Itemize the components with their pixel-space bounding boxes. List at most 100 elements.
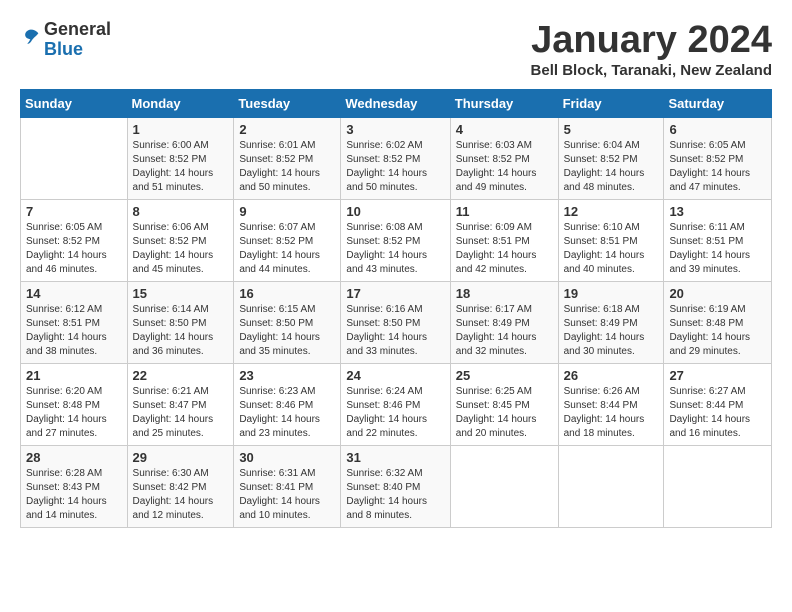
day-number: 16 — [239, 286, 335, 301]
weekday-header-wednesday: Wednesday — [341, 89, 450, 117]
day-number: 8 — [133, 204, 229, 219]
cell-info: Sunrise: 6:23 AMSunset: 8:46 PMDaylight:… — [239, 385, 335, 441]
calendar-cell: 17 Sunrise: 6:16 AMSunset: 8:50 PMDayligh… — [341, 281, 450, 363]
cell-info: Sunrise: 6:16 AMSunset: 8:50 PMDaylight:… — [346, 303, 444, 359]
day-number: 22 — [133, 368, 229, 383]
calendar-cell — [21, 117, 128, 199]
logo-general-text: General — [44, 19, 111, 39]
day-number: 4 — [456, 122, 553, 137]
calendar-cell: 6 Sunrise: 6:05 AMSunset: 8:52 PMDaylight… — [664, 117, 772, 199]
calendar-cell — [664, 445, 772, 527]
weekday-header-tuesday: Tuesday — [234, 89, 341, 117]
page-header: General Blue January 2024 Bell Block, Ta… — [20, 20, 772, 79]
location: Bell Block, Taranaki, New Zealand — [531, 62, 772, 79]
calendar-week-row: 14Sunrise: 6:12 AMSunset: 8:51 PMDayligh… — [21, 281, 772, 363]
day-number: 12 — [564, 204, 659, 219]
weekday-header-thursday: Thursday — [450, 89, 558, 117]
weekday-header-row: SundayMondayTuesdayWednesdayThursdayFrid… — [21, 89, 772, 117]
calendar-cell: 23 Sunrise: 6:23 AMSunset: 8:46 PMDayligh… — [234, 363, 341, 445]
cell-info: Sunrise: 6:10 AMSunset: 8:51 PMDaylight:… — [564, 221, 659, 277]
day-number: 1 — [133, 122, 229, 137]
cell-info: Sunrise: 6:02 AMSunset: 8:52 PMDaylight:… — [346, 139, 444, 195]
cell-info: Sunrise: 6:05 AMSunset: 8:52 PMDaylight:… — [669, 139, 766, 195]
calendar-cell: 10 Sunrise: 6:08 AMSunset: 8:52 PMDayligh… — [341, 199, 450, 281]
calendar-week-row: 1Sunrise: 6:00 AMSunset: 8:52 PMDaylight… — [21, 117, 772, 199]
calendar-cell — [450, 445, 558, 527]
cell-info: Sunrise: 6:28 AMSunset: 8:43 PMDaylight:… — [26, 467, 122, 523]
cell-info: Sunrise: 6:14 AMSunset: 8:50 PMDaylight:… — [133, 303, 229, 359]
day-number: 29 — [133, 450, 229, 465]
cell-info: Sunrise: 6:32 AMSunset: 8:40 PMDaylight:… — [346, 467, 444, 523]
day-number: 13 — [669, 204, 766, 219]
calendar-cell: 4 Sunrise: 6:03 AMSunset: 8:52 PMDaylight… — [450, 117, 558, 199]
cell-info: Sunrise: 6:19 AMSunset: 8:48 PMDaylight:… — [669, 303, 766, 359]
calendar-cell: 9 Sunrise: 6:07 AMSunset: 8:52 PMDaylight… — [234, 199, 341, 281]
calendar-week-row: 28Sunrise: 6:28 AMSunset: 8:43 PMDayligh… — [21, 445, 772, 527]
calendar-cell: 14Sunrise: 6:12 AMSunset: 8:51 PMDayligh… — [21, 281, 128, 363]
cell-info: Sunrise: 6:24 AMSunset: 8:46 PMDaylight:… — [346, 385, 444, 441]
cell-info: Sunrise: 6:08 AMSunset: 8:52 PMDaylight:… — [346, 221, 444, 277]
calendar-cell: 24 Sunrise: 6:24 AMSunset: 8:46 PMDayligh… — [341, 363, 450, 445]
weekday-header-sunday: Sunday — [21, 89, 128, 117]
day-number: 7 — [26, 204, 122, 219]
calendar-cell: 12 Sunrise: 6:10 AMSunset: 8:51 PMDayligh… — [558, 199, 664, 281]
weekday-header-saturday: Saturday — [664, 89, 772, 117]
cell-info: Sunrise: 6:04 AMSunset: 8:52 PMDaylight:… — [564, 139, 659, 195]
calendar-cell: 29Sunrise: 6:30 AMSunset: 8:42 PMDayligh… — [127, 445, 234, 527]
day-number: 17 — [346, 286, 444, 301]
calendar-table: SundayMondayTuesdayWednesdayThursdayFrid… — [20, 89, 772, 528]
logo-bird-icon — [20, 26, 42, 48]
day-number: 20 — [669, 286, 766, 301]
day-number: 10 — [346, 204, 444, 219]
calendar-cell: 11 Sunrise: 6:09 AMSunset: 8:51 PMDayligh… — [450, 199, 558, 281]
cell-info: Sunrise: 6:31 AMSunset: 8:41 PMDaylight:… — [239, 467, 335, 523]
calendar-cell: 28Sunrise: 6:28 AMSunset: 8:43 PMDayligh… — [21, 445, 128, 527]
calendar-cell: 27 Sunrise: 6:27 AMSunset: 8:44 PMDayligh… — [664, 363, 772, 445]
weekday-header-friday: Friday — [558, 89, 664, 117]
cell-info: Sunrise: 6:18 AMSunset: 8:49 PMDaylight:… — [564, 303, 659, 359]
calendar-cell: 2 Sunrise: 6:01 AMSunset: 8:52 PMDaylight… — [234, 117, 341, 199]
day-number: 27 — [669, 368, 766, 383]
day-number: 14 — [26, 286, 122, 301]
cell-info: Sunrise: 6:27 AMSunset: 8:44 PMDaylight:… — [669, 385, 766, 441]
calendar-week-row: 7 Sunrise: 6:05 AMSunset: 8:52 PMDaylight… — [21, 199, 772, 281]
calendar-cell: 13 Sunrise: 6:11 AMSunset: 8:51 PMDayligh… — [664, 199, 772, 281]
day-number: 3 — [346, 122, 444, 137]
day-number: 2 — [239, 122, 335, 137]
day-number: 23 — [239, 368, 335, 383]
day-number: 15 — [133, 286, 229, 301]
cell-info: Sunrise: 6:21 AMSunset: 8:47 PMDaylight:… — [133, 385, 229, 441]
day-number: 9 — [239, 204, 335, 219]
calendar-week-row: 21Sunrise: 6:20 AMSunset: 8:48 PMDayligh… — [21, 363, 772, 445]
cell-info: Sunrise: 6:07 AMSunset: 8:52 PMDaylight:… — [239, 221, 335, 277]
calendar-cell: 5Sunrise: 6:04 AMSunset: 8:52 PMDaylight… — [558, 117, 664, 199]
calendar-cell: 19 Sunrise: 6:18 AMSunset: 8:49 PMDayligh… — [558, 281, 664, 363]
calendar-cell: 1Sunrise: 6:00 AMSunset: 8:52 PMDaylight… — [127, 117, 234, 199]
cell-info: Sunrise: 6:01 AMSunset: 8:52 PMDaylight:… — [239, 139, 335, 195]
day-number: 19 — [564, 286, 659, 301]
calendar-cell: 8 Sunrise: 6:06 AMSunset: 8:52 PMDaylight… — [127, 199, 234, 281]
calendar-cell: 7 Sunrise: 6:05 AMSunset: 8:52 PMDaylight… — [21, 199, 128, 281]
cell-info: Sunrise: 6:05 AMSunset: 8:52 PMDaylight:… — [26, 221, 122, 277]
day-number: 25 — [456, 368, 553, 383]
logo-blue-text: Blue — [44, 39, 83, 59]
calendar-cell — [558, 445, 664, 527]
cell-info: Sunrise: 6:06 AMSunset: 8:52 PMDaylight:… — [133, 221, 229, 277]
calendar-cell: 31Sunrise: 6:32 AMSunset: 8:40 PMDayligh… — [341, 445, 450, 527]
calendar-cell: 22 Sunrise: 6:21 AMSunset: 8:47 PMDayligh… — [127, 363, 234, 445]
cell-info: Sunrise: 6:11 AMSunset: 8:51 PMDaylight:… — [669, 221, 766, 277]
weekday-header-monday: Monday — [127, 89, 234, 117]
cell-info: Sunrise: 6:09 AMSunset: 8:51 PMDaylight:… — [456, 221, 553, 277]
calendar-cell: 15 Sunrise: 6:14 AMSunset: 8:50 PMDayligh… — [127, 281, 234, 363]
day-number: 24 — [346, 368, 444, 383]
day-number: 11 — [456, 204, 553, 219]
calendar-cell: 3 Sunrise: 6:02 AMSunset: 8:52 PMDaylight… — [341, 117, 450, 199]
cell-info: Sunrise: 6:26 AMSunset: 8:44 PMDaylight:… — [564, 385, 659, 441]
calendar-cell: 18Sunrise: 6:17 AMSunset: 8:49 PMDayligh… — [450, 281, 558, 363]
cell-info: Sunrise: 6:15 AMSunset: 8:50 PMDaylight:… — [239, 303, 335, 359]
day-number: 6 — [669, 122, 766, 137]
calendar-cell: 25Sunrise: 6:25 AMSunset: 8:45 PMDayligh… — [450, 363, 558, 445]
calendar-cell: 20 Sunrise: 6:19 AMSunset: 8:48 PMDayligh… — [664, 281, 772, 363]
cell-info: Sunrise: 6:17 AMSunset: 8:49 PMDaylight:… — [456, 303, 553, 359]
cell-info: Sunrise: 6:03 AMSunset: 8:52 PMDaylight:… — [456, 139, 553, 195]
